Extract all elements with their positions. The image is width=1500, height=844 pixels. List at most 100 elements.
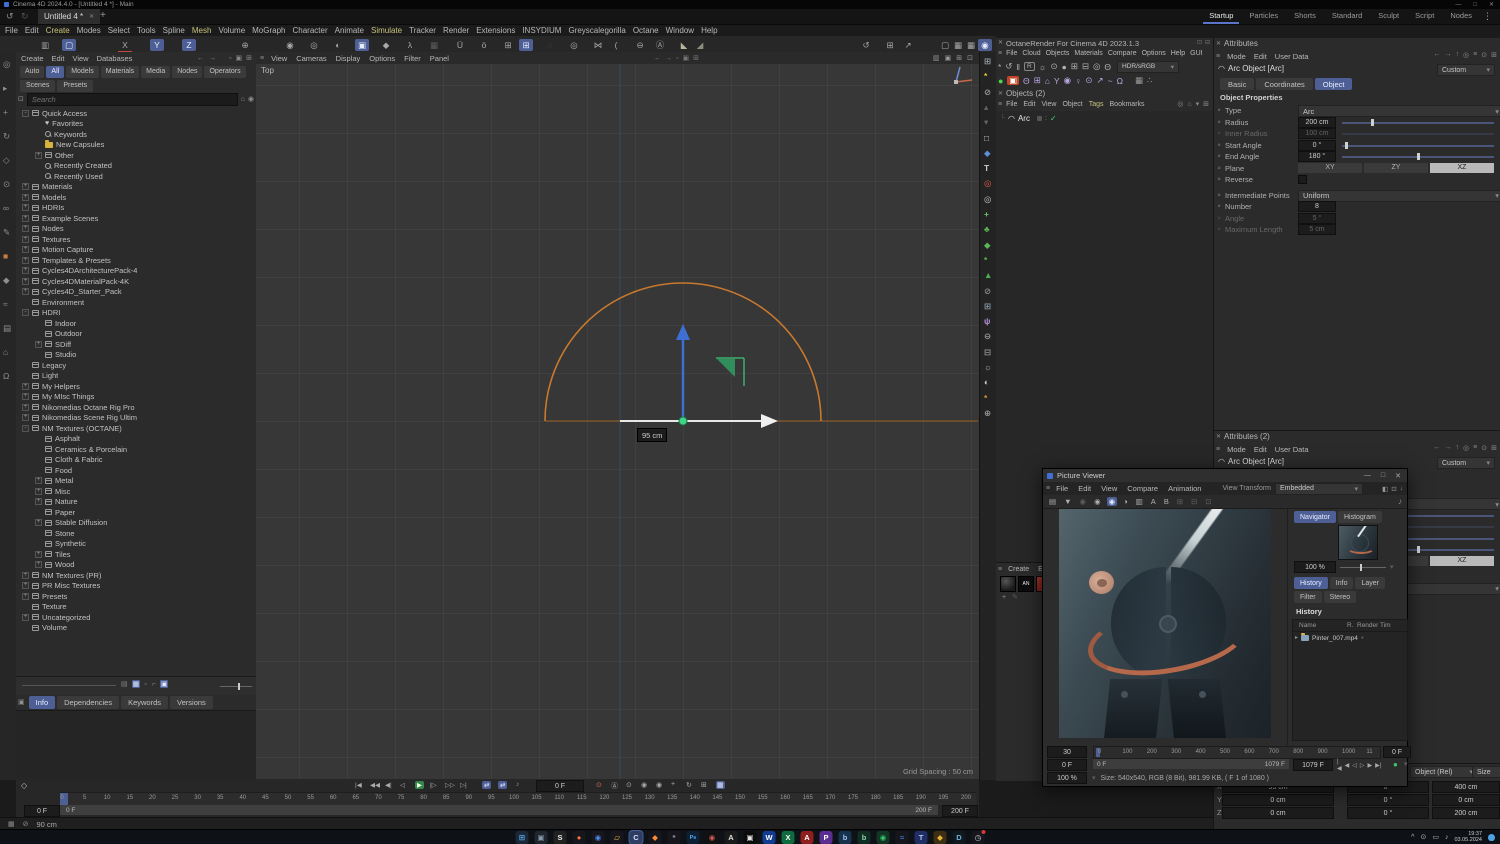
menu-item-character[interactable]: Character [290,26,331,35]
attr-intermediate-points-dropdown[interactable]: Uniform▾ [1298,189,1500,202]
octane-tool2-icon-8[interactable]: ~ [1108,76,1113,86]
asset-cube2-icon[interactable]: ◢ [693,39,707,51]
tree-expander-icon[interactable]: + [35,561,42,569]
pv-toolbar-icon-0[interactable]: ▤ [1047,497,1058,506]
menu-item-animate[interactable]: Animate [332,26,367,35]
statusbar-mode-icon[interactable]: ⊘ [23,821,29,828]
pv-tab-info[interactable]: Info [1329,577,1354,589]
octane-tool2-end-icon-0[interactable]: ▦ [1135,75,1143,86]
tree-item-nature[interactable]: + Nature [16,497,256,508]
attr-panel-icon[interactable]: ≡ [1216,446,1220,453]
tree-expander-icon[interactable]: + [22,393,29,401]
view-transform-dropdown[interactable]: Embedded ▾ [1275,482,1363,495]
attr-plane-xy[interactable]: XY [1298,162,1362,173]
octane-menu-help[interactable]: Help [1169,50,1187,57]
notification-bell-icon[interactable] [1488,834,1495,841]
right-strip-icon-16[interactable]: ⊞ [984,301,991,312]
attr-number-field[interactable]: 8 [1298,201,1336,212]
tree-item-ceramics-porcelain[interactable]: Ceramics & Porcelain [16,444,256,455]
pv-maximize-icon[interactable]: □ [1381,472,1385,479]
panel-close-icon[interactable]: ✕ [998,40,1003,46]
pv-tab-histogram[interactable]: Histogram [1337,511,1382,523]
ab-nav-icon-1[interactable]: → [209,55,216,62]
vp-mid-icon-3[interactable]: ▣ [682,54,689,62]
record-0-icon[interactable]: ⊙ [596,781,602,789]
record-3-icon[interactable]: ◉ [641,781,647,789]
blender-icon[interactable]: ◆ [648,831,662,844]
pv-transport-1-icon[interactable]: ◀ [1345,762,1350,769]
grid-icon[interactable]: ⊞ [883,39,897,51]
objects-menu-edit[interactable]: Edit [1021,101,1037,108]
attr-right-icon-5[interactable]: ⊙ [1481,51,1487,59]
pv-titlebar[interactable]: Picture Viewer — □ ✕ [1043,469,1407,483]
pv-range-end-field[interactable]: 1079 F [1293,759,1333,771]
menu-item-volume[interactable]: Volume [215,26,248,35]
tree-expander-icon[interactable]: + [22,582,29,590]
pv-toolbar-icon-1[interactable]: ▼ [1062,497,1073,506]
layout-b-icon[interactable]: ▦ [964,39,978,51]
tree-item-presets[interactable]: + Presets [16,591,256,602]
vp-mid-icon-2[interactable]: ▫ [676,55,678,62]
attr-menu-edit[interactable]: Edit [1251,52,1270,61]
pv-zoom2-field[interactable]: 100 % [1047,772,1087,784]
octane-tool1-icon-9[interactable]: ◎ [1093,61,1100,72]
tree-expander-icon[interactable]: + [35,519,42,527]
object-origin-point[interactable] [678,416,688,426]
tree-expander-icon[interactable]: + [22,613,29,621]
pv-menu-file[interactable]: File [1053,484,1071,493]
tree-item-asphalt[interactable]: Asphalt [16,434,256,445]
attr-right-icon-5[interactable]: ⊙ [1481,444,1487,452]
attr-right-icon-0[interactable]: ← [1434,444,1441,452]
attr-radius-slider[interactable] [1342,118,1494,126]
workplane-mode-icon[interactable]: ⊞ [501,39,515,51]
objects-right-icon-1[interactable]: ⌂ [1187,101,1191,108]
tree-item-uncategorized[interactable]: + Uncategorized [16,612,256,623]
tree-item-recently-created[interactable]: Recently Created [16,161,256,172]
right-strip-icon-2[interactable]: ⊘ [984,87,991,98]
coords-x-size-field[interactable]: 400 cm [1432,781,1500,793]
tree-expander-icon[interactable]: - [22,424,29,432]
tree-expander-icon[interactable]: + [22,204,29,212]
tree-item-cycles4darchitecturepack-4[interactable]: + Cycles4DArchitecturePack-4 [16,266,256,277]
tree-item-metal[interactable]: + Metal [16,476,256,487]
objects-right-icon-2[interactable]: ▾ [1196,100,1200,108]
timeline-current-frame-field[interactable]: 0 F [536,780,584,792]
pv-menu-right-icon-2[interactable]: ↓ [1400,485,1403,492]
tree-item-my-helpers[interactable]: + My Helpers [16,381,256,392]
character-icon[interactable]: λ [403,39,417,51]
attr-right-icon-3[interactable]: ◎ [1463,444,1469,452]
left-tool-icon-2[interactable]: + [3,107,8,117]
pv-transport-0-icon[interactable]: |◀ [1337,759,1342,772]
transport-1-icon[interactable]: ◀◀ [370,781,380,789]
document-tab[interactable]: Untitled 4 * ✕ [38,9,101,24]
tree-expander-icon[interactable]: + [22,256,29,264]
ab-bottom-tab-info[interactable]: Info [28,696,56,709]
tree-expander-icon[interactable]: + [22,403,29,411]
pv-minimize-icon[interactable]: — [1364,472,1371,479]
tree-item-light[interactable]: Light [16,371,256,382]
history-col-r[interactable]: R. [1347,622,1357,629]
pv-toolbar-icon-11[interactable]: ⊡ [1203,497,1213,506]
left-tool-icon-7[interactable]: ✎ [3,227,10,238]
vp-mid-icon-1[interactable]: → [665,55,672,62]
picture-viewer-window[interactable]: Picture Viewer — □ ✕ ≡ File Edit View Compare… [1042,468,1411,787]
ab-menu-edit[interactable]: Edit [49,54,68,63]
attr-right-icon-3[interactable]: ◎ [1463,51,1469,59]
close-tab-icon[interactable]: ✕ [89,13,94,20]
ab-menu-databases[interactable]: Databases [94,54,136,63]
mograph-icon[interactable]: ⋈ [591,39,605,51]
sublime-icon[interactable]: S [553,831,567,844]
tree-expander-icon[interactable]: + [22,382,29,390]
tree-item-hdri[interactable]: - HDRI [16,308,256,319]
tree-item-sdiff[interactable]: + SDiff [16,339,256,350]
record-7-icon[interactable]: ⊞ [701,781,707,789]
tree-item-cycles4dmaterialpack-4k[interactable]: + Cycles4DMaterialPack-4K [16,276,256,287]
tree-item-nikomedias-scene-rig-ultim[interactable]: + Nikomedias Scene Rig Ultim [16,413,256,424]
app-b1-icon[interactable]: b [838,831,852,844]
attr-right-icon-4[interactable]: ≡ [1473,51,1477,59]
menu-item-window[interactable]: Window [663,26,697,35]
pv-menu-animation[interactable]: Animation [1165,484,1204,493]
tree-item-studio[interactable]: Studio [16,350,256,361]
attr-tab-coordinates[interactable]: Coordinates [1256,78,1313,90]
layout-tab-nodes[interactable]: Nodes [1444,9,1478,24]
